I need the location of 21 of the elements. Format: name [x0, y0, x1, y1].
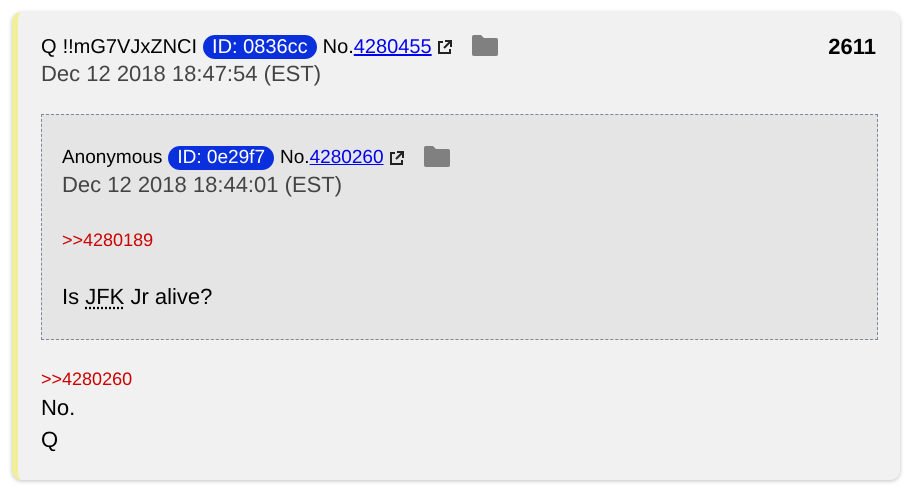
- post-text: Q: [41, 426, 60, 454]
- external-link-icon[interactable]: [436, 38, 453, 56]
- post-number-link[interactable]: 4280260: [310, 145, 384, 171]
- number-label: No.: [280, 146, 310, 170]
- post-text: Is JFK Jr alive?: [62, 283, 214, 311]
- folder-icon[interactable]: [470, 34, 499, 56]
- tripcode: !!mG7VJxZNCI: [62, 35, 198, 60]
- post-date: Dec 12 2018 18:44:01 (EST): [62, 171, 344, 199]
- external-link-icon[interactable]: [388, 150, 405, 166]
- number-label: No.: [322, 35, 354, 60]
- reply-link[interactable]: >>4280189: [62, 227, 154, 253]
- post-date: Dec 12 2018 18:47:54 (EST): [41, 60, 322, 88]
- post-text: No.: [41, 394, 76, 422]
- post-count: 2611: [828, 34, 876, 60]
- id-badge: ID: 0e29f7: [168, 146, 274, 170]
- reply-link[interactable]: >>4280260: [41, 366, 132, 392]
- poster-name: Anonymous: [62, 146, 162, 170]
- post-number-link[interactable]: 4280455: [354, 34, 432, 60]
- id-badge: ID: 0836cc: [203, 35, 317, 59]
- folder-icon[interactable]: [422, 145, 451, 167]
- poster-name: Q: [41, 35, 57, 60]
